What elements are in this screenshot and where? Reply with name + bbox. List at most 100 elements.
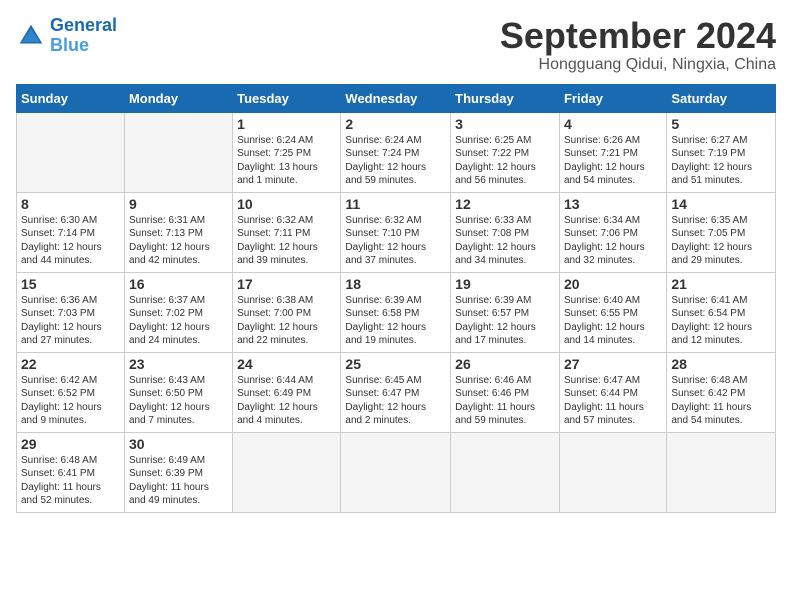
day-info: Sunrise: 6:41 AMSunset: 6:54 PMDaylight:… — [671, 294, 771, 348]
calendar-cell: 29 Sunrise: 6:48 AMSunset: 6:41 PMDayligh… — [17, 432, 125, 512]
calendar-cell: 11 Sunrise: 6:32 AMSunset: 7:10 PMDayligh… — [341, 192, 451, 272]
day-info: Sunrise: 6:26 AMSunset: 7:21 PMDaylight:… — [564, 134, 662, 188]
calendar-week-row: 15Sunrise: 6:36 AMSunset: 7:03 PMDayligh… — [17, 272, 776, 352]
day-info: Sunrise: 6:30 AMSunset: 7:14 PMDaylight:… — [21, 214, 120, 268]
day-number: 5 — [671, 116, 771, 132]
month-title: September 2024 — [500, 16, 776, 56]
day-info: Sunrise: 6:39 AMSunset: 6:57 PMDaylight:… — [455, 294, 555, 348]
day-number: 24 — [237, 356, 336, 372]
logo-icon — [16, 21, 46, 51]
day-info: Sunrise: 6:37 AMSunset: 7:02 PMDaylight:… — [129, 294, 228, 348]
calendar-week-row: 1 Sunrise: 6:24 AMSunset: 7:25 PMDaylight… — [17, 112, 776, 192]
calendar-cell: 16 Sunrise: 6:37 AMSunset: 7:02 PMDayligh… — [124, 272, 232, 352]
calendar-cell: 5 Sunrise: 6:27 AMSunset: 7:19 PMDaylight… — [667, 112, 776, 192]
day-number: 1 — [237, 116, 336, 132]
day-info: Sunrise: 6:42 AMSunset: 6:52 PMDaylight:… — [21, 374, 120, 428]
calendar-cell: 23 Sunrise: 6:43 AMSunset: 6:50 PMDayligh… — [124, 352, 232, 432]
day-info: Sunrise: 6:38 AMSunset: 7:00 PMDaylight:… — [237, 294, 336, 348]
calendar-table: SundayMondayTuesdayWednesdayThursdayFrid… — [16, 84, 776, 513]
day-info: Sunrise: 6:35 AMSunset: 7:05 PMDaylight:… — [671, 214, 771, 268]
calendar-week-row: 29 Sunrise: 6:48 AMSunset: 6:41 PMDayligh… — [17, 432, 776, 512]
day-number: 22 — [21, 356, 120, 372]
day-info: Sunrise: 6:24 AMSunset: 7:24 PMDaylight:… — [345, 134, 446, 188]
calendar-week-row: 22 Sunrise: 6:42 AMSunset: 6:52 PMDayligh… — [17, 352, 776, 432]
day-number: 18 — [345, 276, 446, 292]
calendar-cell: 21Sunrise: 6:41 AMSunset: 6:54 PMDayligh… — [667, 272, 776, 352]
calendar-week-row: 8 Sunrise: 6:30 AMSunset: 7:14 PMDaylight… — [17, 192, 776, 272]
logo-text: GeneralBlue — [50, 16, 117, 56]
day-info: Sunrise: 6:27 AMSunset: 7:19 PMDaylight:… — [671, 134, 771, 188]
day-info: Sunrise: 6:32 AMSunset: 7:11 PMDaylight:… — [237, 214, 336, 268]
weekday-header: Thursday — [451, 84, 560, 112]
calendar-cell: 20Sunrise: 6:40 AMSunset: 6:55 PMDayligh… — [559, 272, 666, 352]
day-info: Sunrise: 6:49 AMSunset: 6:39 PMDaylight:… — [129, 454, 228, 508]
day-info: Sunrise: 6:25 AMSunset: 7:22 PMDaylight:… — [455, 134, 555, 188]
calendar-cell — [233, 432, 341, 512]
calendar-cell — [17, 112, 125, 192]
day-number: 10 — [237, 196, 336, 212]
day-number: 29 — [21, 436, 120, 452]
weekday-header: Monday — [124, 84, 232, 112]
calendar-cell: 1 Sunrise: 6:24 AMSunset: 7:25 PMDaylight… — [233, 112, 341, 192]
day-number: 12 — [455, 196, 555, 212]
day-info: Sunrise: 6:31 AMSunset: 7:13 PMDaylight:… — [129, 214, 228, 268]
calendar-cell: 8 Sunrise: 6:30 AMSunset: 7:14 PMDaylight… — [17, 192, 125, 272]
day-number: 16 — [129, 276, 228, 292]
calendar-cell: 3 Sunrise: 6:25 AMSunset: 7:22 PMDaylight… — [451, 112, 560, 192]
day-number: 19 — [455, 276, 555, 292]
calendar-cell: 10 Sunrise: 6:32 AMSunset: 7:11 PMDayligh… — [233, 192, 341, 272]
weekday-header: Friday — [559, 84, 666, 112]
day-info: Sunrise: 6:34 AMSunset: 7:06 PMDaylight:… — [564, 214, 662, 268]
calendar-cell: 27 Sunrise: 6:47 AMSunset: 6:44 PMDayligh… — [559, 352, 666, 432]
day-number: 28 — [671, 356, 771, 372]
day-info: Sunrise: 6:48 AMSunset: 6:41 PMDaylight:… — [21, 454, 120, 508]
day-number: 23 — [129, 356, 228, 372]
day-number: 17 — [237, 276, 336, 292]
calendar-cell — [559, 432, 666, 512]
day-number: 11 — [345, 196, 446, 212]
day-info: Sunrise: 6:45 AMSunset: 6:47 PMDaylight:… — [345, 374, 446, 428]
day-number: 20 — [564, 276, 662, 292]
calendar-cell: 14Sunrise: 6:35 AMSunset: 7:05 PMDayligh… — [667, 192, 776, 272]
day-info: Sunrise: 6:43 AMSunset: 6:50 PMDaylight:… — [129, 374, 228, 428]
day-info: Sunrise: 6:46 AMSunset: 6:46 PMDaylight:… — [455, 374, 555, 428]
calendar-cell: 15Sunrise: 6:36 AMSunset: 7:03 PMDayligh… — [17, 272, 125, 352]
day-info: Sunrise: 6:48 AMSunset: 6:42 PMDaylight:… — [671, 374, 771, 428]
calendar-cell: 19 Sunrise: 6:39 AMSunset: 6:57 PMDayligh… — [451, 272, 560, 352]
day-info: Sunrise: 6:24 AMSunset: 7:25 PMDaylight:… — [237, 134, 336, 188]
day-number: 27 — [564, 356, 662, 372]
day-number: 3 — [455, 116, 555, 132]
calendar-cell: 13 Sunrise: 6:34 AMSunset: 7:06 PMDayligh… — [559, 192, 666, 272]
day-number: 13 — [564, 196, 662, 212]
calendar-cell: 24 Sunrise: 6:44 AMSunset: 6:49 PMDayligh… — [233, 352, 341, 432]
calendar-cell: 22 Sunrise: 6:42 AMSunset: 6:52 PMDayligh… — [17, 352, 125, 432]
calendar-cell: 28 Sunrise: 6:48 AMSunset: 6:42 PMDayligh… — [667, 352, 776, 432]
logo: GeneralBlue — [16, 16, 117, 56]
weekday-header-row: SundayMondayTuesdayWednesdayThursdayFrid… — [17, 84, 776, 112]
day-info: Sunrise: 6:47 AMSunset: 6:44 PMDaylight:… — [564, 374, 662, 428]
day-info: Sunrise: 6:33 AMSunset: 7:08 PMDaylight:… — [455, 214, 555, 268]
day-number: 26 — [455, 356, 555, 372]
day-number: 2 — [345, 116, 446, 132]
calendar-cell: 17 Sunrise: 6:38 AMSunset: 7:00 PMDayligh… — [233, 272, 341, 352]
calendar-cell: 26 Sunrise: 6:46 AMSunset: 6:46 PMDayligh… — [451, 352, 560, 432]
calendar-cell — [124, 112, 232, 192]
location: Hongguang Qidui, Ningxia, China — [500, 56, 776, 74]
day-info: Sunrise: 6:32 AMSunset: 7:10 PMDaylight:… — [345, 214, 446, 268]
day-number: 9 — [129, 196, 228, 212]
calendar-cell: 30Sunrise: 6:49 AMSunset: 6:39 PMDayligh… — [124, 432, 232, 512]
weekday-header: Wednesday — [341, 84, 451, 112]
calendar-cell: 9 Sunrise: 6:31 AMSunset: 7:13 PMDaylight… — [124, 192, 232, 272]
weekday-header: Sunday — [17, 84, 125, 112]
day-info: Sunrise: 6:44 AMSunset: 6:49 PMDaylight:… — [237, 374, 336, 428]
calendar-cell — [667, 432, 776, 512]
day-number: 8 — [21, 196, 120, 212]
weekday-header: Saturday — [667, 84, 776, 112]
weekday-header: Tuesday — [233, 84, 341, 112]
calendar-cell: 2 Sunrise: 6:24 AMSunset: 7:24 PMDaylight… — [341, 112, 451, 192]
calendar-cell: 18Sunrise: 6:39 AMSunset: 6:58 PMDayligh… — [341, 272, 451, 352]
calendar-cell — [341, 432, 451, 512]
day-number: 15 — [21, 276, 120, 292]
calendar-cell: 25Sunrise: 6:45 AMSunset: 6:47 PMDayligh… — [341, 352, 451, 432]
calendar-cell: 12 Sunrise: 6:33 AMSunset: 7:08 PMDayligh… — [451, 192, 560, 272]
